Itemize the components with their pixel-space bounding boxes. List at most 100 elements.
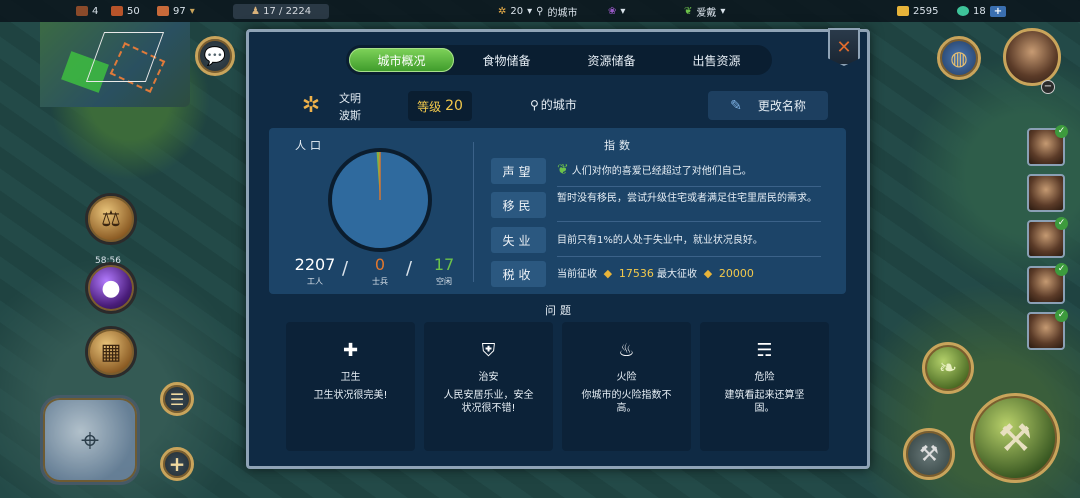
scepter-icon: ⚲ bbox=[530, 97, 539, 112]
index-key-immigration[interactable]: 移民 bbox=[491, 192, 546, 218]
resource-a-value: 4 bbox=[92, 5, 99, 17]
resource-b[interactable]: 50 bbox=[111, 6, 140, 17]
issue-desc: 你城市的火险指数不高。 bbox=[581, 390, 672, 414]
advisor-portrait-3[interactable]: ✓ bbox=[1027, 217, 1068, 258]
collapse-icon[interactable]: − bbox=[1041, 80, 1055, 94]
stats-divider bbox=[473, 142, 474, 282]
magic-orb-button[interactable]: ● bbox=[85, 262, 137, 314]
issue-name: 危险 bbox=[754, 372, 775, 383]
soldiers-label: 士兵 bbox=[372, 277, 388, 286]
buy-gems-button[interactable]: + bbox=[989, 5, 1007, 17]
advisor-portrait-1[interactable]: ✓ bbox=[1027, 125, 1068, 166]
scale-icon: ⚖ bbox=[101, 206, 121, 232]
city-level-badge: 等级 20 bbox=[408, 91, 472, 121]
meat-icon bbox=[157, 6, 169, 16]
civ-name: 文明 bbox=[339, 92, 361, 105]
issue-name: 火险 bbox=[616, 372, 637, 383]
panel-tabs: 城市概况 食物储备 资源储备 出售资源 bbox=[346, 45, 772, 75]
globe-button[interactable]: ◍ bbox=[937, 36, 981, 80]
index-key-reputation[interactable]: 声望 bbox=[491, 158, 546, 184]
leaf-icon: ❧ bbox=[938, 355, 958, 381]
shovel-button[interactable]: ⚒ bbox=[903, 428, 955, 480]
chat-button[interactable]: 💬 bbox=[195, 36, 235, 76]
gem-icon bbox=[957, 6, 969, 16]
layers-button[interactable]: ☰ bbox=[160, 382, 194, 416]
civ-level-indicator[interactable]: ✲ 20 ▾ ⚲ 的城市 bbox=[498, 4, 577, 19]
resource-a[interactable]: 4 bbox=[76, 6, 98, 17]
advisor-portrait-2[interactable] bbox=[1027, 174, 1065, 212]
issue-card-fire-risk[interactable]: ♨ 火险 你城市的火险指数不高。 bbox=[562, 322, 691, 451]
index-row-unemployment: 失业 目前只有1%的人处于失业中，就业状况良好。 bbox=[491, 225, 821, 257]
row-divider bbox=[557, 186, 821, 187]
level-value: 20 bbox=[445, 98, 463, 114]
gold-icon: ◆ bbox=[600, 267, 616, 280]
trade-button[interactable]: ⚖ bbox=[85, 193, 137, 245]
world-map-button[interactable]: ▦ bbox=[85, 326, 137, 378]
leader-status[interactable]: ❦ 爱戴 ▾ bbox=[684, 4, 725, 19]
tab-food-storage[interactable]: 食物储备 bbox=[454, 48, 559, 72]
city-label: 的城市 bbox=[547, 7, 578, 19]
brick-icon bbox=[111, 6, 123, 16]
plus-icon: + bbox=[168, 452, 186, 476]
tab-city-overview[interactable]: 城市概况 bbox=[349, 48, 454, 72]
index-row-reputation: 声望 ❦ 人们对你的喜爱已经超过了对他们自己。 bbox=[491, 157, 821, 187]
rename-label: 更改名称 bbox=[757, 99, 806, 113]
dropdown-icon: ▾ bbox=[620, 5, 626, 17]
leader-portrait[interactable] bbox=[1003, 28, 1061, 86]
issue-card-sanitation[interactable]: ✚ 卫生 卫生状况很完美! bbox=[286, 322, 415, 451]
index-row-immigration: 移民 暂时没有移民，尝试升级住宅或者满足住宅里居民的需求。 bbox=[491, 190, 821, 222]
citizen-icon: ♟ bbox=[251, 5, 260, 17]
hammer-icon: ⚒ bbox=[997, 416, 1033, 460]
pencil-icon: ✎ bbox=[730, 97, 742, 114]
gold-value: 2595 bbox=[913, 5, 939, 17]
population-pie-chart bbox=[328, 148, 432, 252]
index-value-reputation: ❦ 人们对你的喜爱已经超过了对他们自己。 bbox=[557, 163, 819, 178]
issue-desc: 卫生状况很完美! bbox=[313, 390, 388, 401]
chat-bubble-icon: 💬 bbox=[203, 45, 227, 67]
advisor-portrait-5[interactable]: ✓ bbox=[1027, 309, 1068, 350]
issue-card-danger[interactable]: ☴ 危险 建筑看起来还算坚固。 bbox=[700, 322, 829, 451]
scepter-icon: ⚲ bbox=[536, 5, 544, 17]
blueprint-button[interactable]: ⌖ bbox=[40, 395, 140, 485]
index-key-unemployment[interactable]: 失业 bbox=[491, 227, 546, 253]
leader-status-label: 爱戴 bbox=[696, 7, 717, 19]
index-key-tax[interactable]: 税收 bbox=[491, 261, 546, 287]
nature-button[interactable]: ❧ bbox=[922, 342, 974, 394]
check-icon: ✓ bbox=[1055, 125, 1068, 138]
civilization-emblem-icon: ✲ bbox=[301, 93, 321, 118]
soldiers-count: 0 bbox=[374, 255, 386, 274]
layers-icon: ☰ bbox=[169, 389, 185, 409]
index-row-tax: 税收 当前征收 ◆ 17536 最大征收 ◆ 20000 bbox=[491, 259, 821, 291]
grapes-indicator[interactable]: ❀ ▾ bbox=[608, 6, 625, 17]
add-button[interactable]: + bbox=[160, 447, 194, 481]
workers-count: 2207 bbox=[294, 255, 336, 274]
gold-counter[interactable]: 2595 bbox=[897, 6, 938, 17]
index-value-tax: 当前征收 ◆ 17536 最大征收 ◆ 20000 bbox=[557, 267, 819, 281]
build-button[interactable]: ⚒ bbox=[970, 393, 1060, 483]
issues-title: 问题 bbox=[545, 304, 575, 317]
check-icon: ✓ bbox=[1055, 263, 1068, 276]
close-button[interactable]: ✕ bbox=[828, 28, 860, 66]
issue-desc: 人民安居乐业，安全状况很不错! bbox=[443, 390, 534, 414]
gem-value: 18 bbox=[973, 5, 986, 17]
population-title: 人口 bbox=[295, 139, 325, 152]
gem-counter[interactable]: 18 + bbox=[957, 5, 1007, 17]
wood-icon bbox=[76, 6, 88, 16]
issue-desc: 建筑看起来还算坚固。 bbox=[724, 390, 805, 414]
population-counter[interactable]: ♟ 17 / 2224 bbox=[233, 3, 330, 19]
issue-card-security[interactable]: ⛨ 治安 人民安居乐业，安全状况很不错! bbox=[424, 322, 553, 451]
grapes-icon: ❀ bbox=[608, 5, 617, 17]
shovel-icon: ⚒ bbox=[919, 441, 939, 467]
workers-label: 工人 bbox=[307, 277, 323, 286]
advisor-portrait-4[interactable]: ✓ bbox=[1027, 263, 1068, 304]
minimap[interactable] bbox=[40, 22, 190, 107]
tab-sell-resources[interactable]: 出售资源 bbox=[664, 48, 769, 72]
compass-icon: ⌖ bbox=[80, 420, 100, 459]
rename-button[interactable]: ✎ 更改名称 bbox=[708, 91, 828, 120]
tax-current-value: 17536 bbox=[618, 267, 654, 280]
city-name-text: 的城市 bbox=[540, 98, 577, 112]
city-name: ⚲ 的城市 bbox=[530, 96, 577, 113]
tab-resource-storage[interactable]: 资源储备 bbox=[559, 48, 664, 72]
separator: / bbox=[342, 258, 349, 279]
resource-c[interactable]: 97 ▾ bbox=[157, 6, 195, 17]
